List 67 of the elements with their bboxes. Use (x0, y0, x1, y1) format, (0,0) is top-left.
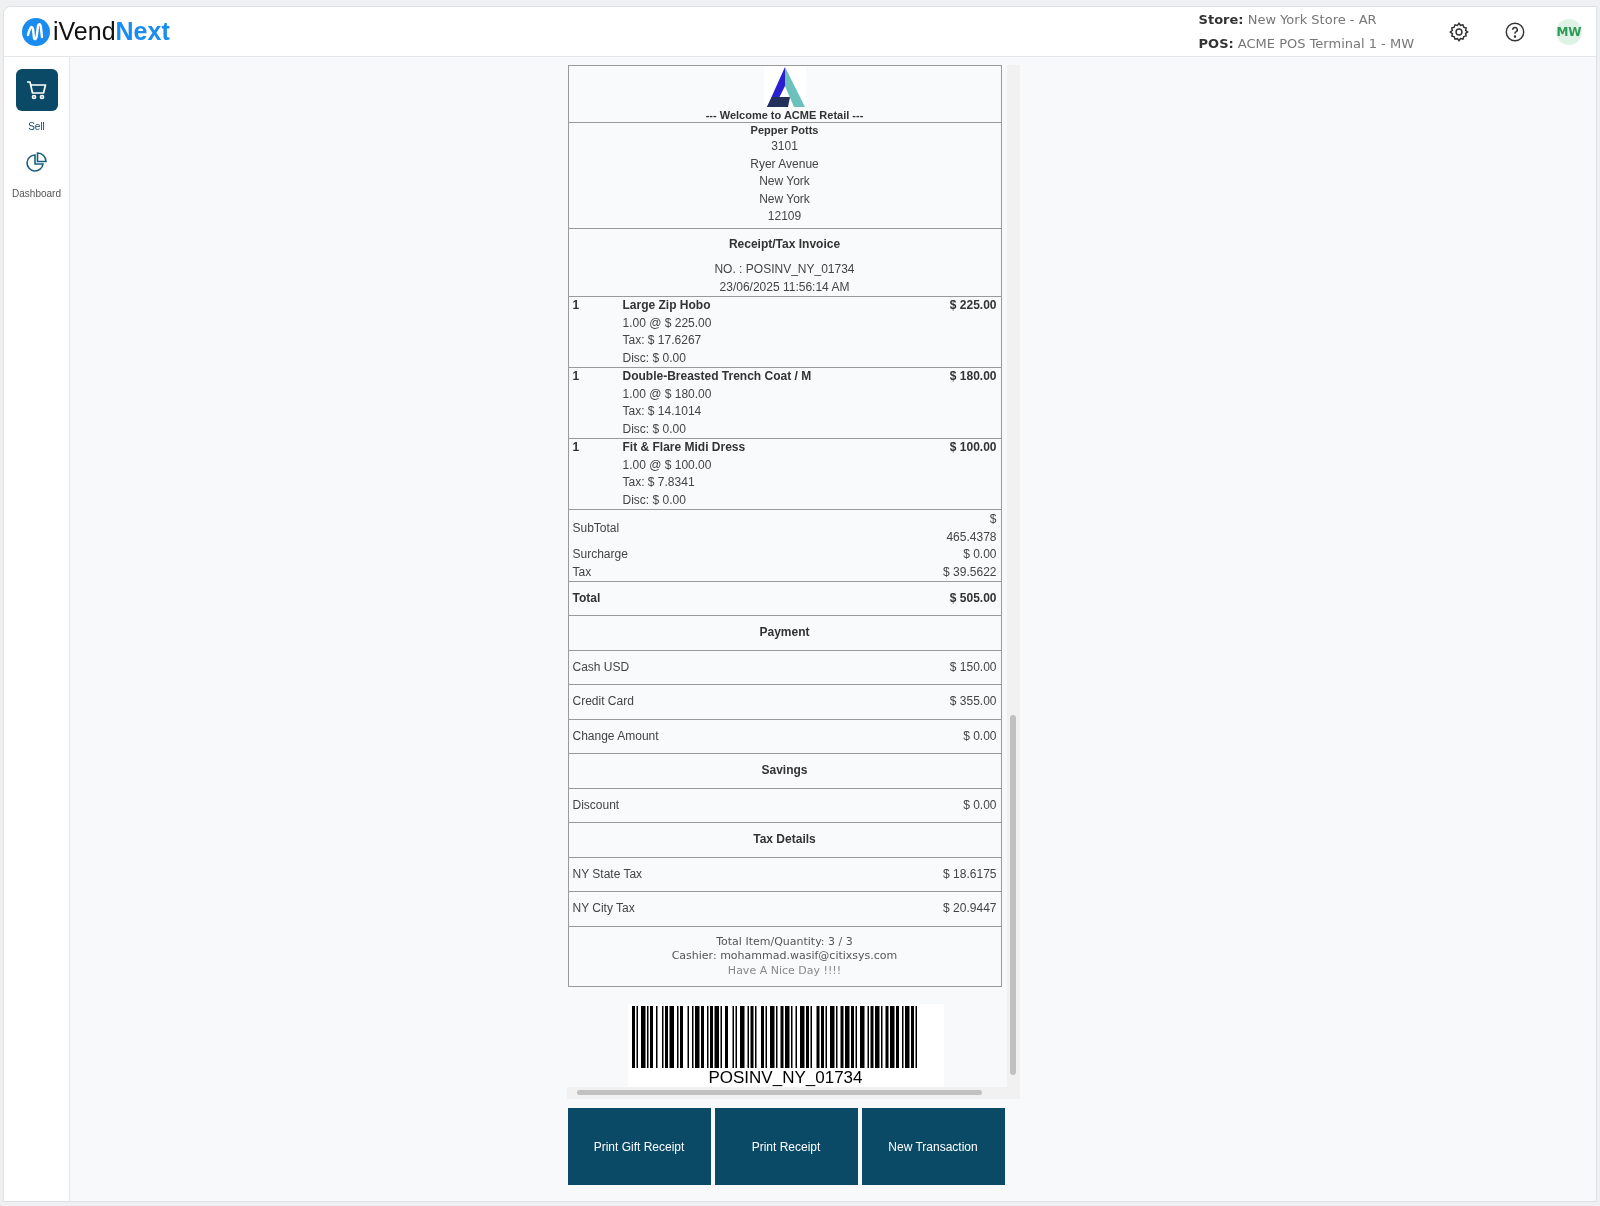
item-detail: Tax: $ 14.1014 (622, 403, 702, 420)
row-label: Credit Card (572, 693, 634, 710)
item-detail: Tax: $ 7.8341 (622, 474, 695, 491)
section-heading: Payment (759, 624, 810, 641)
summary-label: SubTotal (572, 519, 620, 537)
item-name: Large Zip Hobo (622, 297, 711, 314)
footer-line: Have A Nice Day !!!! (727, 963, 842, 978)
address-line: New York (759, 190, 810, 208)
action-button[interactable]: New Transaction (861, 1108, 1005, 1185)
sidebar-item[interactable]: Dashboard (12, 148, 61, 201)
action-button[interactable]: Print Receipt (714, 1108, 858, 1185)
item-quantity: 1 (572, 439, 581, 456)
item-name: Fit & Flare Midi Dress (622, 439, 746, 456)
invoice-number: NO. : POSINV_NY_01734 (714, 261, 855, 278)
item-detail: 1.00 @ $ 180.00 (622, 385, 712, 403)
item-amount: $ 100.00 (949, 439, 997, 456)
brand-name: iVendNext (53, 19, 170, 44)
item-quantity: 1 (572, 297, 581, 314)
item-detail: Disc: $ 0.00 (622, 491, 686, 509)
row-value: $ 0.00 (963, 796, 997, 814)
pie-chart-icon (24, 151, 49, 175)
row-value: $ 0.00 (963, 727, 997, 745)
logo-icon (22, 17, 50, 46)
row-label: Cash USD (572, 658, 630, 676)
row-label: NY State Tax (572, 865, 643, 883)
item-amount: $ 180.00 (949, 368, 997, 385)
item-detail: Disc: $ 0.00 (622, 349, 686, 367)
row-value: $ 20.9447 (943, 900, 997, 917)
item-amount: $ 225.00 (949, 297, 997, 314)
pos-label: POS: ACME POS Terminal 1 - MW (1198, 34, 1414, 53)
row-label: NY City Tax (572, 900, 635, 917)
store-label: Store: New York Store - AR (1198, 11, 1378, 29)
item-detail: Tax: $ 17.6267 (622, 332, 702, 349)
item-detail: 1.00 @ $ 225.00 (622, 314, 712, 332)
item-detail: 1.00 @ $ 100.00 (622, 456, 712, 474)
action-button[interactable]: Print Gift Receipt (567, 1108, 711, 1185)
summary-value: $ 465.4378 (945, 511, 997, 546)
invoice-date: 23/06/2025 11:56:14 AM (719, 278, 850, 296)
row-label: Change Amount (572, 727, 659, 745)
total-label: Total (572, 589, 601, 607)
item-quantity: 1 (572, 368, 581, 385)
cart-icon (24, 78, 49, 102)
row-value: $ 150.00 (949, 658, 997, 676)
section-heading: Savings (761, 762, 808, 779)
total-value: $ 505.00 (949, 589, 997, 607)
address-line: New York (759, 173, 810, 190)
row-label: Discount (572, 796, 620, 814)
section-heading: Tax Details (753, 831, 816, 848)
row-value: $ 18.6175 (943, 865, 997, 883)
barcode-number: POSINV_NY_01734 (708, 1068, 863, 1088)
address-line: Ryer Avenue (750, 155, 819, 173)
summary-label: Surcharge (572, 546, 628, 563)
footer-line: Total Item/Quantity: 3 / 3 (716, 934, 853, 949)
address-line: 12109 (767, 208, 802, 225)
address-line: 3101 (771, 138, 798, 155)
footer-line: Cashier: mohammad.wasif@citixsys.com (671, 949, 898, 964)
receipt-title: Receipt/Tax Invoice (728, 235, 841, 253)
summary-value: $ 0.00 (963, 546, 997, 563)
summary-label: Tax (572, 563, 592, 581)
welcome-text: --- Welcome to ACME Retail --- (705, 108, 864, 122)
item-name: Double-Breasted Trench Coat / M (622, 368, 812, 385)
row-value: $ 355.00 (949, 693, 997, 710)
help-icon[interactable] (1504, 20, 1526, 43)
customer-name: Pepper Potts (750, 123, 819, 138)
settings-icon[interactable] (1448, 20, 1470, 43)
item-detail: Disc: $ 0.00 (622, 420, 686, 438)
summary-value: $ 39.5622 (943, 563, 997, 581)
